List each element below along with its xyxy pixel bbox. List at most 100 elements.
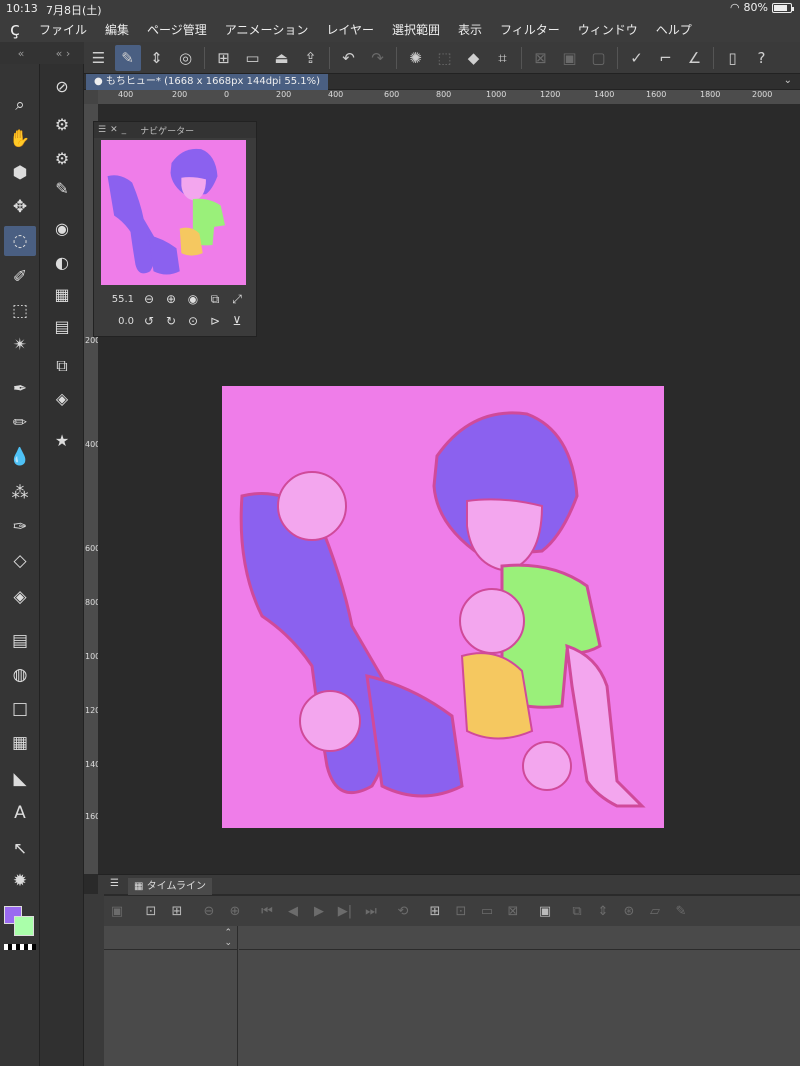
light-table-icon[interactable]: ⧉ [566,900,588,922]
keyframe-icon[interactable]: ⇕ [592,900,614,922]
ruler-pen-icon[interactable]: ✓ [624,45,650,71]
cloud-icon[interactable]: ◎ [173,45,199,71]
layer-link-icon[interactable]: ▱ [644,900,666,922]
fill-bucket-icon[interactable]: ◈ [4,582,36,612]
collapse-sub-icon[interactable]: « › [42,47,84,60]
device-icon[interactable]: ▯ [720,45,746,71]
menu-animation[interactable]: アニメーション [216,21,318,38]
menu-selection[interactable]: 選択範囲 [383,21,449,38]
correct-line-icon[interactable]: ✹ [4,866,36,896]
updown-arrows-icon[interactable]: ⌃ ⌄ [224,928,232,948]
edit-mode-icon[interactable]: ✎ [114,44,141,71]
brush-icon[interactable]: ⌐ [653,45,679,71]
first-frame-icon[interactable]: ⏮ [256,900,278,922]
rotate-right-icon[interactable]: ↻ [162,312,180,330]
color-wheel-icon[interactable]: ◉ [46,214,78,242]
object-select-icon[interactable]: ⬢ [4,158,36,188]
decoration-icon[interactable]: ✑ [4,512,36,542]
layer-property-icon[interactable]: ⧉ [46,352,78,380]
artwork-canvas[interactable] [222,386,664,828]
zoom-icon[interactable]: ⌕ [4,90,36,120]
timeline-edit-icon[interactable]: ⊡ [140,900,162,922]
stop-icon[interactable]: ◉ [184,290,202,308]
blend-icon[interactable]: ◍ [4,660,36,690]
tool-property-icon[interactable]: ⚙ [46,144,78,172]
selection-border-icon[interactable]: ▢ [586,45,612,71]
save-icon[interactable]: ⏏ [269,45,295,71]
collapse-left-icon[interactable]: « [0,47,42,60]
hand-icon[interactable]: ✋ [4,124,36,154]
delete-cel-icon[interactable]: ⊠ [502,900,524,922]
material-folder-icon[interactable]: ★ [46,426,78,454]
last-frame-icon[interactable]: ⏭ [360,900,382,922]
updown-icon[interactable]: ⇕ [144,45,170,71]
undo-icon[interactable]: ↶ [336,45,362,71]
figure-icon[interactable]: □ [4,694,36,724]
flip-vertical-icon[interactable]: ⊻ [228,312,246,330]
eraser-icon[interactable]: ◇ [4,546,36,576]
cel-spec-icon[interactable]: ▭ [476,900,498,922]
menu-filter[interactable]: フィルター [491,21,569,38]
new-timeline-icon[interactable]: ▣ [106,900,128,922]
fit-window-icon[interactable]: ⧉ [206,290,224,308]
animation-cels-icon[interactable]: ▤ [46,312,78,340]
rotate-left-icon[interactable]: ↺ [140,312,158,330]
menu-file[interactable]: ファイル [30,21,96,38]
menu-edit[interactable]: 編集 [96,21,138,38]
menu-window[interactable]: ウィンドウ [569,21,647,38]
pen-edit-icon[interactable]: ✎ [670,900,692,922]
lasso-icon[interactable]: ◌ [4,226,36,256]
hamburger-menu-icon[interactable]: ☰ [86,45,112,71]
next-frame-icon[interactable]: ▶| [334,900,356,922]
frame-border-icon[interactable]: ▦ [4,728,36,758]
pencil-icon[interactable]: ✏ [4,408,36,438]
pen-icon[interactable]: ✒ [4,374,36,404]
timeline-tab[interactable]: ▦ タイムライン [128,878,212,895]
chevron-down-icon[interactable]: ⌄ [784,75,792,86]
close-icon[interactable]: ✕ [110,125,118,135]
panel-menu-icon[interactable]: ☰ [98,125,106,135]
menu-view[interactable]: 表示 [449,21,491,38]
zoom-in-icon[interactable]: ⊕ [162,290,180,308]
panel-menu-icon[interactable]: ☰ [110,878,119,889]
document-tab[interactable]: ● もちヒュー* (1668 x 1668px 144dpi 55.1%) [86,74,329,90]
transform-icon[interactable]: ⬚ [432,45,458,71]
airbrush-icon[interactable]: ⁂ [4,478,36,508]
pen-angle-icon[interactable]: ∠ [682,45,708,71]
magic-wand-icon[interactable]: ✴ [4,330,36,360]
marquee-icon[interactable]: ⬚ [4,296,36,326]
loop-icon[interactable]: ⟲ [392,900,414,922]
layers-icon[interactable]: ◈ [46,384,78,412]
open-folder-icon[interactable]: ▭ [240,45,266,71]
color-swatch[interactable] [4,906,34,936]
flip-horizontal-icon[interactable]: ⊳ [206,312,224,330]
menu-layer[interactable]: レイヤー [317,21,383,38]
eyedropper-icon[interactable]: ✐ [4,262,36,292]
navigator-toggle-icon[interactable]: ⊘ [46,72,78,100]
menu-page[interactable]: ページ管理 [138,21,216,38]
ruler-icon[interactable]: ◣ [4,764,36,794]
onion-skin-icon[interactable]: ▣ [534,900,556,922]
fill-icon[interactable]: ◆ [461,45,487,71]
move-icon[interactable]: ✥ [4,192,36,222]
timeline-select[interactable]: ⌃ ⌄ [104,926,238,950]
app-logo-icon[interactable]: ҫ [0,19,30,40]
sub-color-swatch[interactable] [14,916,34,936]
timeline-add-icon[interactable]: ⊞ [166,900,188,922]
minimize-icon[interactable]: _ [122,125,127,135]
color-history-icon[interactable]: ▦ [46,280,78,308]
redo-icon[interactable]: ↷ [365,45,391,71]
zoom-in-icon[interactable]: ⊕ [224,900,246,922]
deselect-icon[interactable]: ⊠ [528,45,554,71]
balloon-icon[interactable]: ↖ [4,834,36,864]
gradient-icon[interactable]: ▤ [4,626,36,656]
play-icon[interactable]: ▶ [308,900,330,922]
brush-drop-icon[interactable]: 💧 [4,442,36,472]
invert-selection-icon[interactable]: ▣ [557,45,583,71]
color-set-icon[interactable]: ◐ [46,248,78,276]
export-icon[interactable]: ⇪ [298,45,324,71]
navigator-thumbnail[interactable] [101,140,246,285]
sub-tool-icon[interactable]: ⚙ [46,110,78,138]
loading-icon[interactable]: ✺ [403,45,429,71]
prev-frame-icon[interactable]: ◀ [282,900,304,922]
